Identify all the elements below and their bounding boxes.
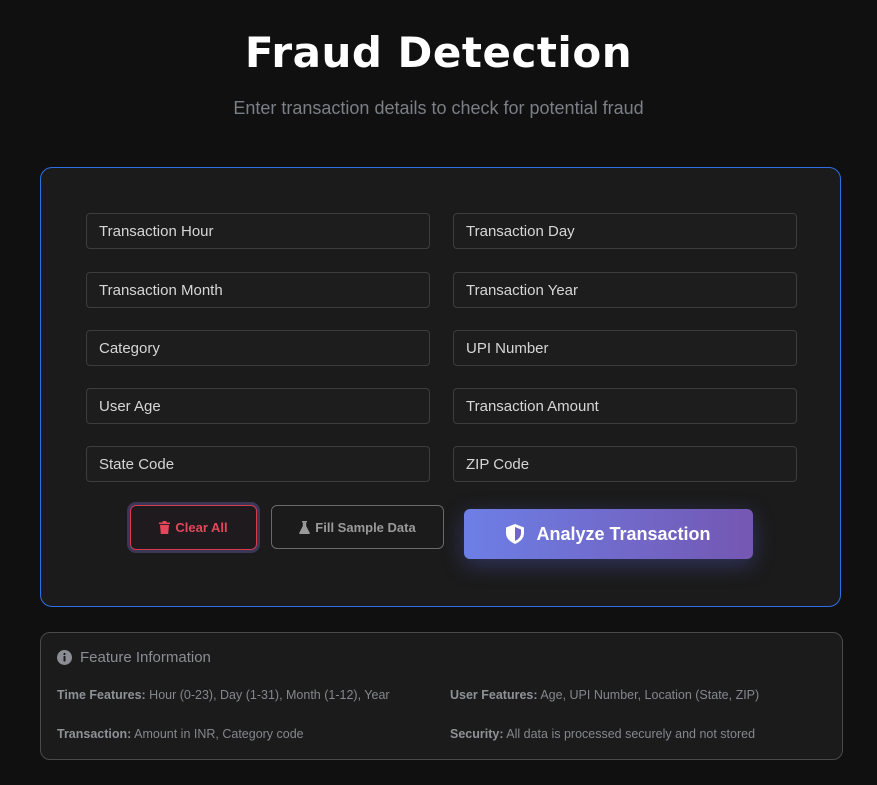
upi-number-input[interactable]	[453, 330, 797, 366]
analyze-transaction-label: Analyze Transaction	[536, 523, 711, 544]
trash-icon	[159, 521, 171, 534]
info-security-text: All data is processed securely and not s…	[503, 727, 756, 741]
info-security-label: Security:	[450, 727, 504, 741]
transaction-amount-input[interactable]	[453, 388, 797, 424]
flask-icon	[299, 520, 311, 534]
info-security: Security: All data is processed securely…	[450, 727, 755, 741]
info-circle-icon	[57, 650, 72, 665]
info-time-features-label: Time Features:	[57, 688, 146, 702]
info-user-features-text: Age, UPI Number, Location (State, ZIP)	[537, 688, 760, 702]
user-age-input[interactable]	[86, 388, 430, 424]
analyze-transaction-button[interactable]: Analyze Transaction	[464, 509, 753, 559]
state-code-input[interactable]	[86, 446, 430, 482]
feature-information-card: Feature Information Time Features: Hour …	[40, 632, 843, 760]
feature-information-heading: Feature Information	[57, 649, 211, 666]
clear-all-button[interactable]: Clear All	[130, 505, 257, 550]
feature-information-title: Feature Information	[80, 649, 211, 666]
transaction-day-input[interactable]	[453, 213, 797, 249]
info-time-features-text: Hour (0-23), Day (1-31), Month (1-12), Y…	[145, 688, 390, 702]
info-time-features: Time Features: Hour (0-23), Day (1-31), …	[57, 688, 390, 702]
info-user-features-label: User Features:	[450, 688, 538, 702]
page-subtitle: Enter transaction details to check for p…	[233, 98, 644, 118]
info-transaction-text: Amount in INR, Category code	[131, 727, 304, 741]
clear-all-label: Clear All	[175, 520, 228, 535]
zip-code-input[interactable]	[453, 446, 797, 482]
transaction-hour-input[interactable]	[86, 213, 430, 249]
transaction-month-input[interactable]	[86, 272, 430, 308]
category-input[interactable]	[86, 330, 430, 366]
info-transaction-label: Transaction:	[57, 727, 132, 741]
info-transaction: Transaction: Amount in INR, Category cod…	[57, 727, 304, 741]
transaction-form-card: Clear All Fill Sample Data Analyze Trans…	[40, 167, 841, 607]
fill-sample-data-label: Fill Sample Data	[315, 519, 416, 535]
shield-icon	[506, 524, 525, 544]
info-user-features: User Features: Age, UPI Number, Location…	[450, 688, 759, 702]
transaction-year-input[interactable]	[453, 272, 797, 308]
fill-sample-data-button[interactable]: Fill Sample Data	[271, 505, 444, 549]
page-title: Fraud Detection	[244, 28, 633, 77]
